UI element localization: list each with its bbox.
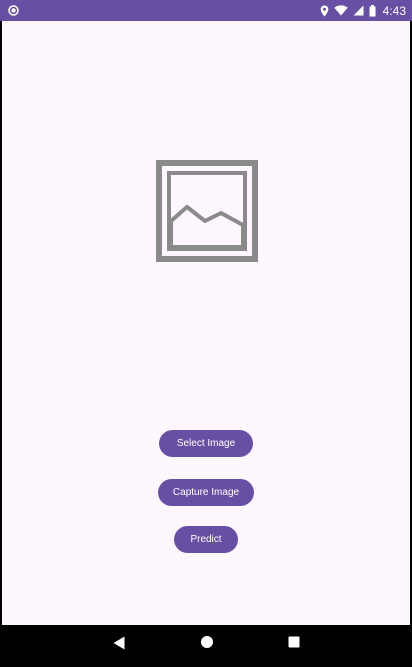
status-bar: 4:43 xyxy=(0,0,412,21)
recents-icon[interactable] xyxy=(288,636,300,648)
home-icon[interactable] xyxy=(200,635,214,649)
status-time: 4:43 xyxy=(382,3,406,18)
location-icon xyxy=(320,5,328,16)
status-icons: 4:43 xyxy=(320,0,406,21)
select-image-button[interactable]: Select Image xyxy=(159,430,253,457)
battery-icon xyxy=(369,4,376,16)
signal-icon xyxy=(353,5,364,16)
back-icon[interactable] xyxy=(112,635,126,651)
wifi-icon xyxy=(333,5,348,16)
main-screen: Select Image Capture Image Predict xyxy=(2,21,410,625)
capture-image-button[interactable]: Capture Image xyxy=(158,479,254,506)
image-placeholder-icon xyxy=(156,160,258,262)
navigation-bar xyxy=(0,625,412,667)
predict-button[interactable]: Predict xyxy=(174,526,238,553)
notification-circle-icon xyxy=(8,5,19,16)
